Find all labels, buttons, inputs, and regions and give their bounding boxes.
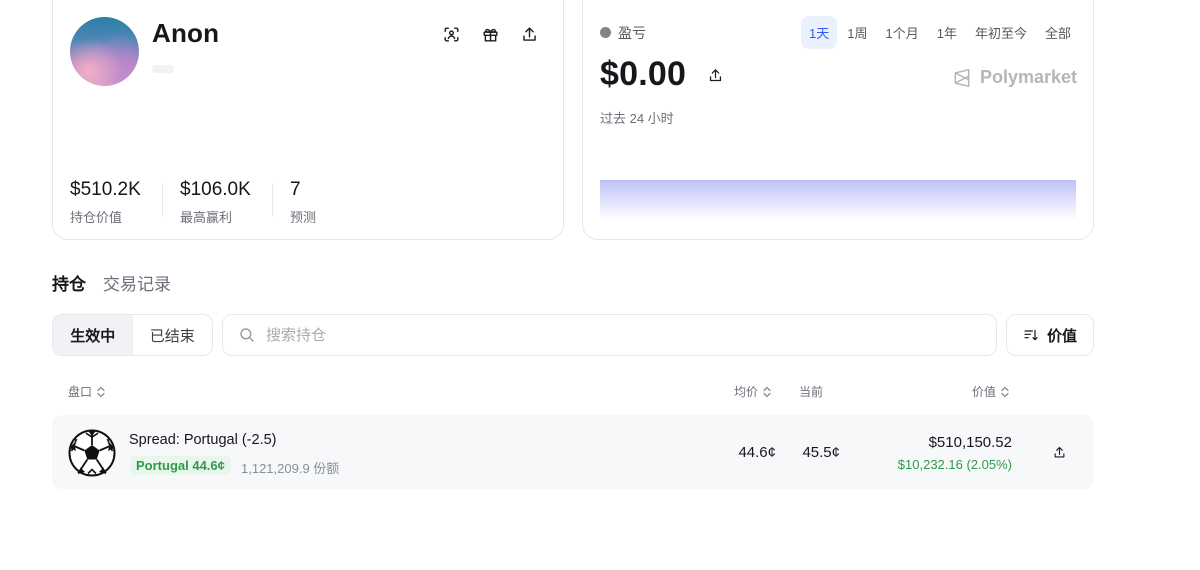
stat-divider [272,183,273,217]
header-avg-label: 均价 [734,385,759,399]
search-input[interactable] [266,326,966,344]
header-market-label: 盘口 [68,385,93,399]
table-row[interactable]: Spread: Portugal (-2.5) Portugal 44.6¢ 1… [52,415,1094,489]
username: Anon [152,18,220,48]
header-avg-price[interactable]: 均价 [734,383,772,400]
range-tab[interactable]: 1个月 [878,16,927,49]
share-icon [522,26,536,41]
header-value-label: 价值 [972,385,997,399]
stat-positions-value: $510.2K 持仓价值 [70,179,141,226]
scan-profile-button[interactable] [438,21,464,47]
share-icon [1054,446,1064,457]
time-range-tabs: 1天 1周 1个月 1年 年初至今 全部 [801,16,1079,49]
polymarket-logo-icon [954,68,970,87]
pnl-indicator-dot [600,27,611,38]
pnl-chart [600,180,1076,220]
profile-card: Anon $510.2K 持仓价值 $106.0K 最高赢利 7 预测 [52,0,564,240]
sort-arrows-icon [1001,386,1009,397]
tab-positions[interactable]: 持仓 [52,270,86,295]
market-title: Spread: Portugal (-2.5) [129,432,277,448]
range-tab[interactable]: 1年 [929,16,965,49]
share-profile-button[interactable] [516,21,542,47]
pnl-label: 盈亏 [618,25,646,41]
shares-count: 1,121,209.9 份额 [241,461,340,476]
avatar[interactable] [70,17,139,86]
pnl-period: 过去 24 小时 [600,111,674,126]
status-segmented-control: 生效中 已结束 [52,314,213,356]
stat-label: 最高赢利 [180,210,233,225]
face-scan-icon [443,26,459,42]
filter-closed-button[interactable]: 已结束 [133,315,213,355]
share-position-button[interactable] [1050,443,1068,461]
soccer-ball-icon [68,429,116,477]
stat-biggest-win: $106.0K 最高赢利 [180,179,251,226]
header-current: 当前 [799,383,823,400]
sort-button[interactable]: 价值 [1006,314,1094,356]
pnl-chart-area [600,180,1076,220]
sort-label: 价值 [1046,327,1077,345]
main-tabs: 持仓 交易记录 [52,270,171,295]
stat-value: $510.2K [70,179,141,200]
profile-subtext-placeholder [152,65,174,73]
stat-value: $106.0K [180,179,251,200]
header-market[interactable]: 盘口 [68,383,106,400]
position-pnl: $10,232.16 (2.05%) [897,457,1012,472]
stat-label: 持仓价值 [70,210,123,225]
share-pnl-button[interactable] [705,65,725,85]
polymarket-logo: Polymarket [952,67,1077,88]
pnl-value: $0.00 [600,55,687,93]
header-value[interactable]: 价值 [972,383,1010,400]
sort-icon [1024,329,1038,341]
sort-arrows-icon [763,386,771,397]
gift-icon [482,28,498,42]
outcome-badge: Portugal 44.6¢ [130,456,231,475]
avg-price: 44.6¢ [738,444,776,461]
brand-name: Polymarket [979,67,1077,87]
search-box [222,314,997,356]
search-icon [240,328,254,342]
position-value: $510,150.52 [928,434,1012,451]
stat-value: 7 [290,179,301,200]
stat-divider [162,183,163,217]
filter-active-button[interactable]: 生效中 [53,315,133,355]
share-icon [709,68,721,81]
range-tab[interactable]: 1周 [839,16,875,49]
sort-arrows-icon [97,386,105,397]
stat-predictions: 7 预测 [290,179,316,226]
gift-button[interactable] [477,21,503,47]
range-tab[interactable]: 年初至今 [967,16,1035,49]
header-current-label: 当前 [799,385,824,399]
tab-activity[interactable]: 交易记录 [103,270,171,295]
stat-label: 预测 [290,210,317,225]
range-tab[interactable]: 全部 [1037,16,1079,49]
range-tab[interactable]: 1天 [801,16,838,49]
current-price: 45.5¢ [802,444,840,461]
pnl-card: 盈亏 1天 1周 1个月 1年 年初至今 全部 $0.00 过去 24 小时 Polyma… [582,0,1094,240]
